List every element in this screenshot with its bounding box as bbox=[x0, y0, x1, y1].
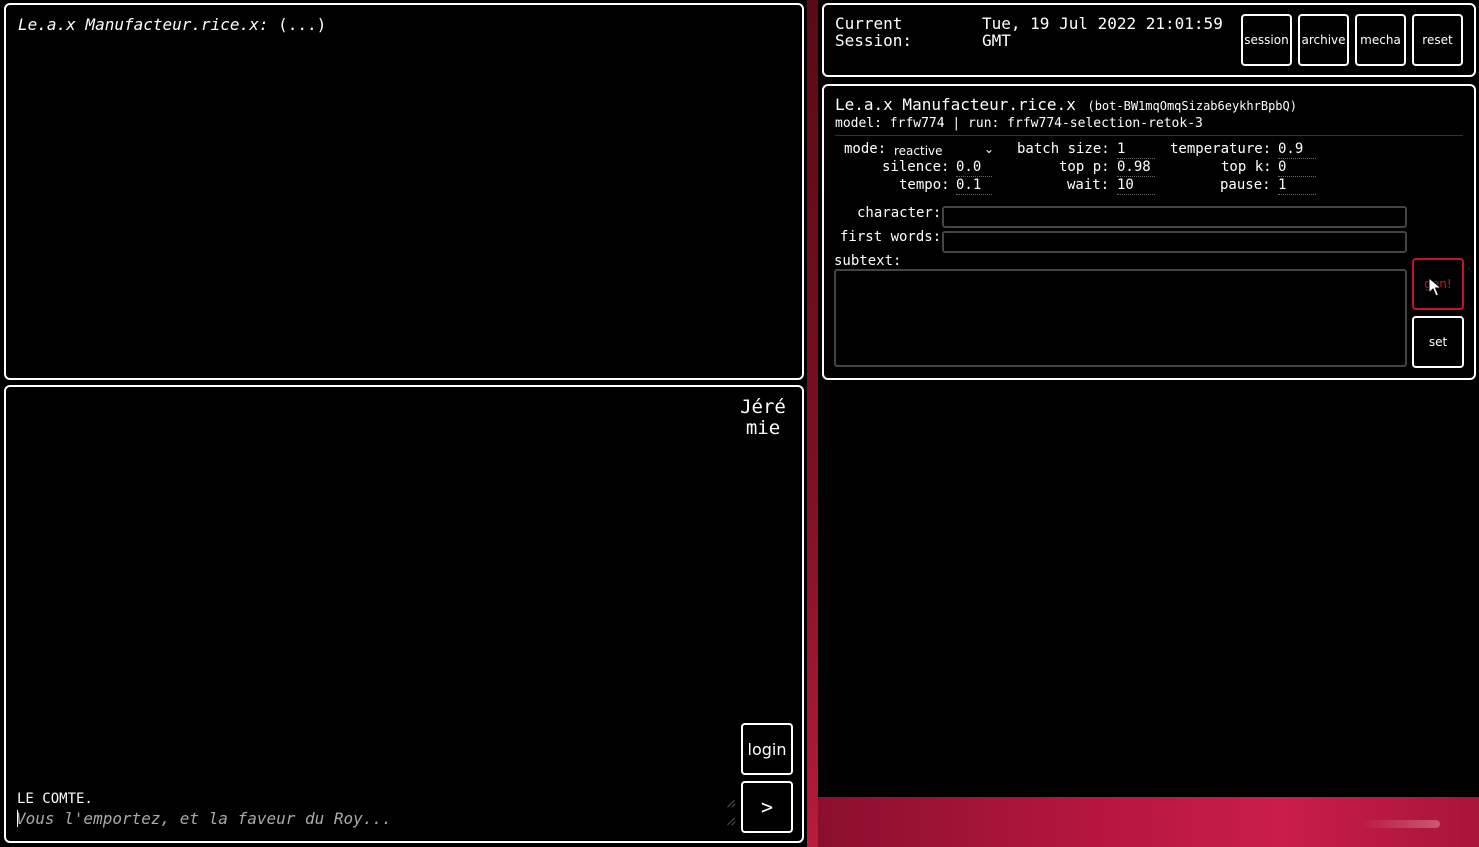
temperature-input[interactable]: 0.9 bbox=[1278, 141, 1316, 159]
top-k-input[interactable]: 0 bbox=[1278, 159, 1316, 177]
login-button[interactable]: login bbox=[741, 723, 793, 775]
speaker-badge: Jérémie bbox=[740, 396, 786, 439]
session-header: Current Session: Tue, 19 Jul 2022 21:01:… bbox=[822, 3, 1476, 77]
mode-label: mode: bbox=[844, 141, 887, 157]
divider bbox=[835, 135, 1463, 136]
subtext-label: subtext: bbox=[834, 253, 902, 269]
reset-button[interactable]: reset bbox=[1412, 14, 1463, 66]
pause-label: pause: bbox=[1220, 177, 1271, 193]
first-words-label: first words: bbox=[840, 229, 942, 245]
monitor-text: (...) bbox=[278, 15, 327, 34]
bot-settings-panel: Le.a.x Manufacteur.rice.x (bot-BW1mqOmqS… bbox=[822, 84, 1476, 380]
subtext-field[interactable] bbox=[834, 269, 1407, 367]
output-monitor-panel: Le.a.x Manufacteur.rice.x: (...) bbox=[4, 3, 804, 380]
chat-panel: Jérémie login > LE COMTE. bbox=[4, 385, 804, 843]
tempo-input[interactable]: 0.1 bbox=[956, 177, 992, 195]
chat-character-name: LE COMTE. bbox=[17, 791, 93, 807]
wait-input[interactable]: 10 bbox=[1117, 177, 1155, 195]
session-button[interactable]: session bbox=[1241, 14, 1292, 66]
mode-select[interactable]: reactive ⌄ bbox=[894, 142, 994, 159]
character-label: character: bbox=[857, 205, 942, 221]
archive-button[interactable]: archive bbox=[1298, 14, 1349, 66]
bot-id: (bot-BW1mqOmqSizab6eykhrBpbQ) bbox=[1087, 99, 1297, 113]
chevron-down-icon: ⌄ bbox=[983, 142, 994, 156]
bot-model-run: model: frfw774 | run: frfw774-selection-… bbox=[835, 116, 1203, 131]
bot-header: Le.a.x Manufacteur.rice.x (bot-BW1mqOmqS… bbox=[835, 95, 1463, 131]
text-caret bbox=[17, 810, 18, 827]
first-words-field[interactable] bbox=[942, 231, 1407, 253]
resize-grip-icon[interactable] bbox=[725, 816, 735, 826]
silence-label: silence: bbox=[882, 159, 950, 175]
wait-label: wait: bbox=[1067, 177, 1110, 193]
temperature-label: temperature: bbox=[1170, 141, 1272, 157]
resize-grip-icon[interactable] bbox=[725, 798, 735, 808]
desktop-light-streak bbox=[1360, 820, 1440, 828]
silence-input[interactable]: 0.0 bbox=[956, 159, 992, 177]
send-button[interactable]: > bbox=[741, 781, 793, 833]
pause-input[interactable]: 1 bbox=[1278, 177, 1316, 195]
character-field[interactable] bbox=[942, 206, 1407, 228]
monitor-line: Le.a.x Manufacteur.rice.x: (...) bbox=[18, 15, 326, 34]
session-datetime: Tue, 19 Jul 2022 21:01:59 GMT bbox=[982, 14, 1223, 50]
window-divider bbox=[807, 0, 818, 847]
batch-size-label: batch size: bbox=[1017, 141, 1110, 157]
batch-size-input[interactable]: 1 bbox=[1117, 141, 1155, 159]
mode-value: reactive bbox=[894, 143, 943, 158]
current-session-label: Current Session: bbox=[835, 14, 913, 50]
set-button[interactable]: set bbox=[1412, 316, 1464, 368]
tempo-label: tempo: bbox=[899, 177, 950, 193]
bot-name: Le.a.x Manufacteur.rice.x bbox=[835, 95, 1076, 114]
mecha-button[interactable]: mecha bbox=[1355, 14, 1406, 66]
top-p-label: top p: bbox=[1059, 159, 1110, 175]
top-k-label: top k: bbox=[1221, 159, 1272, 175]
top-p-input[interactable]: 0.98 bbox=[1117, 159, 1155, 177]
chat-message-input[interactable] bbox=[16, 807, 726, 829]
monitor-speaker: Le.a.x Manufacteur.rice.x: bbox=[18, 15, 269, 34]
mouse-cursor-icon bbox=[1428, 277, 1442, 297]
